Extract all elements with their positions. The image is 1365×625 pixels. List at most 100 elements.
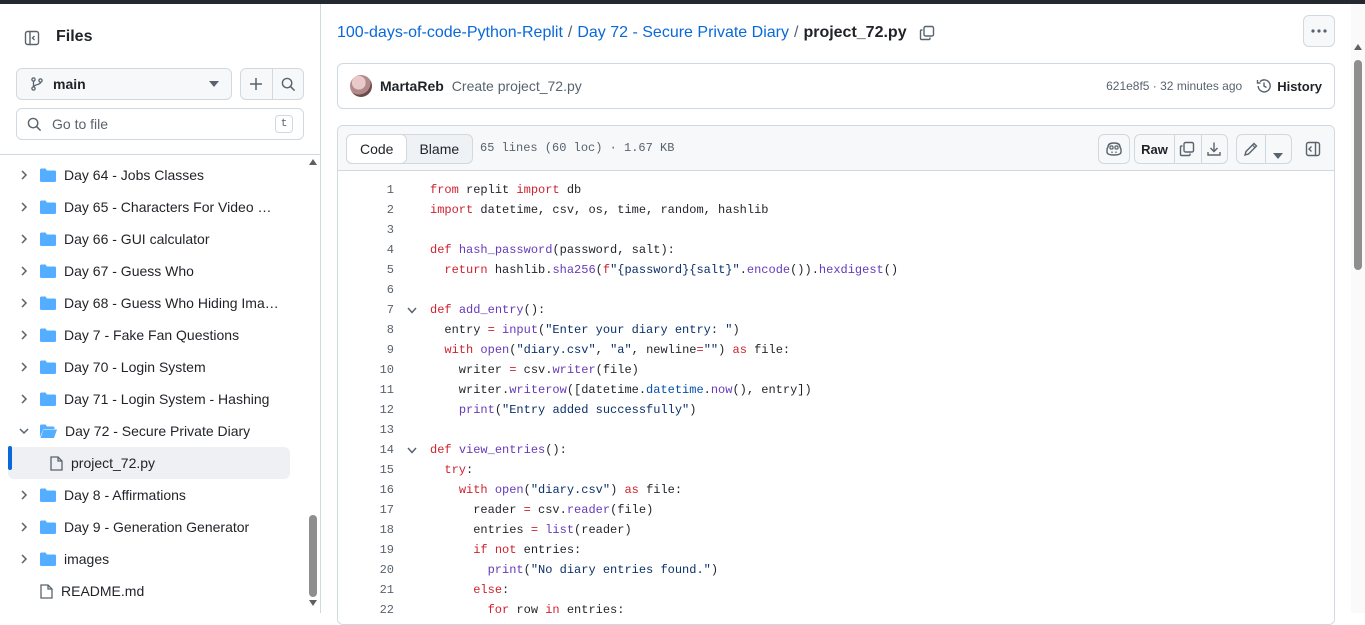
line-number[interactable]: 1 — [338, 183, 394, 197]
symbols-panel-button[interactable] — [1298, 134, 1328, 164]
line-number[interactable]: 15 — [338, 463, 394, 477]
line-number[interactable]: 7 — [338, 303, 394, 317]
line-number[interactable]: 19 — [338, 543, 394, 557]
tree-folder-day-9[interactable]: Day 9 - Generation Generator — [8, 511, 290, 543]
tree-folder-day-8[interactable]: Day 8 - Affirmations — [8, 479, 290, 511]
go-to-file-input[interactable]: Go to file t — [16, 108, 304, 140]
code-text: def view_entries(): — [430, 443, 567, 457]
breadcrumb-repo-link[interactable]: 100-days-of-code-Python-Replit — [337, 24, 563, 42]
code-line[interactable]: 4 def hash_password(password, salt): — [338, 240, 1334, 260]
line-number[interactable]: 4 — [338, 243, 394, 257]
fold-chevron-down-icon[interactable] — [394, 447, 430, 454]
tab-code[interactable]: Code — [346, 134, 408, 164]
sidebar-scroll-thumb[interactable] — [309, 515, 317, 597]
code-line[interactable]: 14 def view_entries(): — [338, 440, 1334, 460]
tree-folder-day-68[interactable]: Day 68 - Guess Who Hiding Imag... — [8, 287, 290, 319]
scroll-down-arrow-icon[interactable] — [309, 600, 317, 606]
sidebar-scrollbar[interactable] — [306, 155, 320, 613]
line-number[interactable]: 18 — [338, 523, 394, 537]
commit-message[interactable]: Create project_72.py — [452, 78, 1106, 94]
history-button[interactable]: History — [1256, 78, 1322, 94]
tree-folder-day-72[interactable]: Day 72 - Secure Private Diary — [8, 415, 290, 447]
edit-file-button[interactable] — [1243, 141, 1259, 160]
more-options-button[interactable] — [1303, 15, 1335, 47]
tree-folder-day-71[interactable]: Day 71 - Login System - Hashing — [8, 383, 290, 415]
folder-icon — [40, 360, 56, 374]
line-number[interactable]: 16 — [338, 483, 394, 497]
code-line[interactable]: 15 try: — [338, 460, 1334, 480]
copy-raw-button[interactable] — [1179, 141, 1195, 160]
code-line[interactable]: 11 writer.writerow([datetime.datetime.no… — [338, 380, 1334, 400]
line-number[interactable]: 22 — [338, 603, 394, 617]
page-scrollbar[interactable] — [1351, 4, 1365, 613]
code-line[interactable]: 20 print("No diary entries found.") — [338, 560, 1334, 580]
scroll-up-arrow-icon[interactable] — [309, 159, 317, 165]
commit-hash-time[interactable]: 621e8f5 · 32 minutes ago — [1106, 79, 1242, 93]
tab-blame[interactable]: Blame — [406, 135, 472, 163]
code-line[interactable]: 7 def add_entry(): — [338, 300, 1334, 320]
line-number[interactable]: 17 — [338, 503, 394, 517]
line-number[interactable]: 20 — [338, 563, 394, 577]
code-line[interactable]: 6 — [338, 280, 1334, 300]
download-button[interactable] — [1206, 141, 1222, 160]
line-number[interactable]: 12 — [338, 403, 394, 417]
code-line[interactable]: 21 else: — [338, 580, 1334, 600]
scroll-up-arrow-icon[interactable] — [1354, 44, 1362, 50]
line-number[interactable]: 8 — [338, 323, 394, 337]
code-line[interactable]: 19 if not entries: — [338, 540, 1334, 560]
tree-file-project-72[interactable]: project_72.py — [8, 447, 290, 479]
code-line[interactable]: 8 entry = input("Enter your diary entry:… — [338, 320, 1334, 340]
tree-file-readme[interactable]: README.md — [8, 575, 290, 607]
tree-folder-day-7[interactable]: Day 7 - Fake Fan Questions — [8, 319, 290, 351]
file-tree: Day 64 - Jobs Classes Day 65 - Character… — [0, 155, 306, 613]
commit-author[interactable]: MartaReb — [380, 78, 444, 94]
code-line[interactable]: 2 import datetime, csv, os, time, random,… — [338, 200, 1334, 220]
line-number[interactable]: 2 — [338, 203, 394, 217]
page-scroll-thumb[interactable] — [1354, 60, 1362, 270]
selected-indicator — [8, 446, 12, 470]
code-line[interactable]: 10 writer = csv.writer(file) — [338, 360, 1334, 380]
line-number[interactable]: 13 — [338, 423, 394, 437]
plus-icon — [250, 78, 262, 90]
code-line[interactable]: 17 reader = csv.reader(file) — [338, 500, 1334, 520]
folder-icon — [40, 296, 56, 310]
kebab-horizontal-icon — [1311, 29, 1327, 33]
tree-folder-day-64[interactable]: Day 64 - Jobs Classes — [8, 159, 290, 191]
code-line[interactable]: 3 — [338, 220, 1334, 240]
edit-options-dropdown[interactable] — [1273, 147, 1283, 162]
copy-path-button[interactable] — [919, 25, 935, 41]
code-viewer[interactable]: 1 from replit import db 2 import datetime, … — [338, 172, 1334, 624]
breadcrumb-folder-link[interactable]: Day 72 - Secure Private Diary — [577, 24, 789, 42]
line-number[interactable]: 9 — [338, 343, 394, 357]
code-line[interactable]: 5 return hashlib.sha256(f"{password}{sal… — [338, 260, 1334, 280]
branch-selector[interactable]: main — [16, 68, 232, 100]
line-number[interactable]: 5 — [338, 263, 394, 277]
collapse-sidebar-button[interactable] — [16, 22, 48, 54]
tree-item-label: Day 9 - Generation Generator — [64, 519, 250, 535]
tree-folder-day-67[interactable]: Day 67 - Guess Who — [8, 255, 290, 287]
line-number[interactable]: 21 — [338, 583, 394, 597]
avatar[interactable] — [350, 75, 372, 97]
line-number[interactable]: 3 — [338, 223, 394, 237]
add-file-button[interactable] — [240, 68, 272, 100]
raw-button[interactable]: Raw — [1135, 142, 1174, 157]
code-line[interactable]: 18 entries = list(reader) — [338, 520, 1334, 540]
tree-folder-day-65[interactable]: Day 65 - Characters For Video Ga... — [8, 191, 290, 223]
code-line[interactable]: 13 — [338, 420, 1334, 440]
line-number[interactable]: 6 — [338, 283, 394, 297]
line-number[interactable]: 14 — [338, 443, 394, 457]
line-number[interactable]: 10 — [338, 363, 394, 377]
tree-folder-day-66[interactable]: Day 66 - GUI calculator — [8, 223, 290, 255]
git-branch-icon — [31, 77, 43, 91]
search-button[interactable] — [272, 68, 304, 100]
code-line[interactable]: 9 with open("diary.csv", "a", newline=""… — [338, 340, 1334, 360]
code-line[interactable]: 16 with open("diary.csv") as file: — [338, 480, 1334, 500]
tree-folder-images[interactable]: images — [8, 543, 290, 575]
copilot-button[interactable] — [1098, 134, 1130, 164]
fold-chevron-down-icon[interactable] — [394, 307, 430, 314]
code-line[interactable]: 12 print("Entry added successfully") — [338, 400, 1334, 420]
tree-folder-day-70[interactable]: Day 70 - Login System — [8, 351, 290, 383]
code-line[interactable]: 1 from replit import db — [338, 180, 1334, 200]
code-line[interactable]: 22 for row in entries: — [338, 600, 1334, 620]
line-number[interactable]: 11 — [338, 383, 394, 397]
